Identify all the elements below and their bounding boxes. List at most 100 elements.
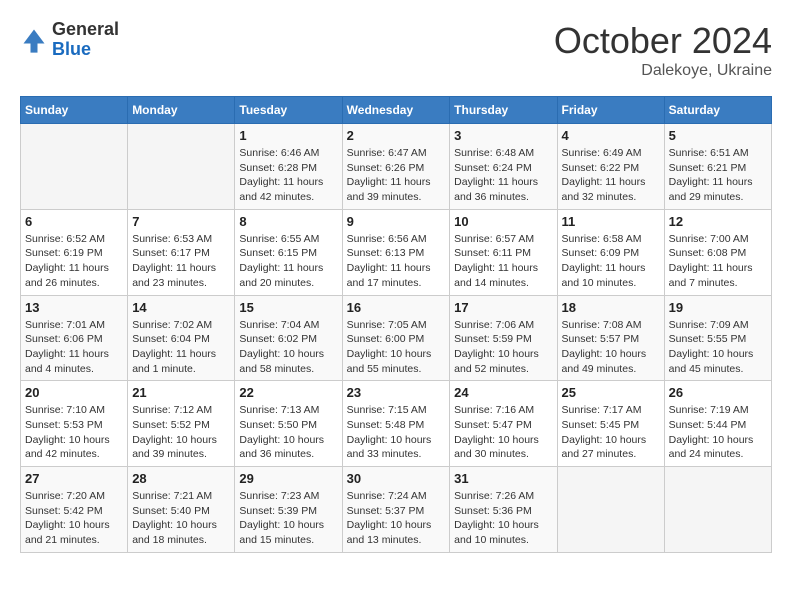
calendar-cell: 4Sunrise: 6:49 AM Sunset: 6:22 PM Daylig… [557, 124, 664, 210]
calendar-cell: 27 Sunrise: 7:20 AM Sunset: 5:42 PM Dayli… [21, 467, 128, 553]
calendar-table: SundayMondayTuesdayWednesdayThursdayFrid… [20, 96, 772, 553]
day-number: 23 [347, 385, 446, 400]
calendar-cell: 14 Sunrise: 7:02 AM Sunset: 6:04 PM Dayli… [128, 295, 235, 381]
calendar-cell: 18 Sunrise: 7:08 AM Sunset: 5:57 PM Dayli… [557, 295, 664, 381]
day-number: 30 [347, 471, 446, 486]
calendar-week-row: 1Sunrise: 6:46 AM Sunset: 6:28 PM Daylig… [21, 124, 772, 210]
calendar-cell: 9 Sunrise: 6:56 AM Sunset: 6:13 PM Daylig… [342, 209, 450, 295]
day-number: 24 [454, 385, 552, 400]
day-number: 14 [132, 300, 230, 315]
day-info: Sunrise: 7:01 AM Sunset: 6:06 PM Dayligh… [25, 318, 123, 377]
calendar-cell: 31Sunrise: 7:26 AM Sunset: 5:36 PM Dayli… [450, 467, 557, 553]
day-info: Sunrise: 7:09 AM Sunset: 5:55 PM Dayligh… [669, 318, 767, 377]
day-info: Sunrise: 7:08 AM Sunset: 5:57 PM Dayligh… [562, 318, 660, 377]
calendar-cell: 3 Sunrise: 6:48 AM Sunset: 6:24 PM Daylig… [450, 124, 557, 210]
logo-icon [20, 26, 48, 54]
day-info: Sunrise: 7:10 AM Sunset: 5:53 PM Dayligh… [25, 403, 123, 462]
column-header-monday: Monday [128, 97, 235, 124]
calendar-cell: 2 Sunrise: 6:47 AM Sunset: 6:26 PM Daylig… [342, 124, 450, 210]
day-number: 9 [347, 214, 446, 229]
day-number: 29 [239, 471, 337, 486]
day-info: Sunrise: 6:55 AM Sunset: 6:15 PM Dayligh… [239, 232, 337, 291]
calendar-cell: 21 Sunrise: 7:12 AM Sunset: 5:52 PM Dayli… [128, 381, 235, 467]
day-info: Sunrise: 7:21 AM Sunset: 5:40 PM Dayligh… [132, 489, 230, 548]
day-info: Sunrise: 7:16 AM Sunset: 5:47 PM Dayligh… [454, 403, 552, 462]
day-info: Sunrise: 7:26 AM Sunset: 5:36 PM Dayligh… [454, 489, 552, 548]
column-header-friday: Friday [557, 97, 664, 124]
day-number: 20 [25, 385, 123, 400]
day-info: Sunrise: 7:04 AM Sunset: 6:02 PM Dayligh… [239, 318, 337, 377]
day-info: Sunrise: 6:49 AM Sunset: 6:22 PM Dayligh… [562, 146, 660, 205]
day-number: 7 [132, 214, 230, 229]
column-header-tuesday: Tuesday [235, 97, 342, 124]
calendar-cell: 10 Sunrise: 6:57 AM Sunset: 6:11 PM Dayli… [450, 209, 557, 295]
page-header: General Blue October 2024 Dalekoye, Ukra… [20, 20, 772, 80]
day-info: Sunrise: 7:15 AM Sunset: 5:48 PM Dayligh… [347, 403, 446, 462]
day-info: Sunrise: 7:00 AM Sunset: 6:08 PM Dayligh… [669, 232, 767, 291]
calendar-cell: 20 Sunrise: 7:10 AM Sunset: 5:53 PM Dayli… [21, 381, 128, 467]
calendar-cell: 5Sunrise: 6:51 AM Sunset: 6:21 PM Daylig… [664, 124, 771, 210]
day-number: 17 [454, 300, 552, 315]
calendar-cell: 12 Sunrise: 7:00 AM Sunset: 6:08 PM Dayli… [664, 209, 771, 295]
logo-general-text: General [52, 20, 119, 40]
day-info: Sunrise: 6:57 AM Sunset: 6:11 PM Dayligh… [454, 232, 552, 291]
title-area: October 2024 Dalekoye, Ukraine [554, 20, 772, 80]
day-info: Sunrise: 6:53 AM Sunset: 6:17 PM Dayligh… [132, 232, 230, 291]
calendar-cell: 22 Sunrise: 7:13 AM Sunset: 5:50 PM Dayli… [235, 381, 342, 467]
calendar-cell: 23 Sunrise: 7:15 AM Sunset: 5:48 PM Dayli… [342, 381, 450, 467]
day-number: 8 [239, 214, 337, 229]
column-header-saturday: Saturday [664, 97, 771, 124]
day-number: 18 [562, 300, 660, 315]
calendar-week-row: 27 Sunrise: 7:20 AM Sunset: 5:42 PM Dayli… [21, 467, 772, 553]
month-title: October 2024 [554, 20, 772, 62]
calendar-cell: 15 Sunrise: 7:04 AM Sunset: 6:02 PM Dayli… [235, 295, 342, 381]
day-info: Sunrise: 6:48 AM Sunset: 6:24 PM Dayligh… [454, 146, 552, 205]
day-info: Sunrise: 7:24 AM Sunset: 5:37 PM Dayligh… [347, 489, 446, 548]
calendar-cell: 28Sunrise: 7:21 AM Sunset: 5:40 PM Dayli… [128, 467, 235, 553]
day-info: Sunrise: 7:23 AM Sunset: 5:39 PM Dayligh… [239, 489, 337, 548]
day-number: 15 [239, 300, 337, 315]
day-info: Sunrise: 6:58 AM Sunset: 6:09 PM Dayligh… [562, 232, 660, 291]
calendar-cell: 7 Sunrise: 6:53 AM Sunset: 6:17 PM Daylig… [128, 209, 235, 295]
calendar-cell: 6Sunrise: 6:52 AM Sunset: 6:19 PM Daylig… [21, 209, 128, 295]
day-number: 16 [347, 300, 446, 315]
day-info: Sunrise: 6:56 AM Sunset: 6:13 PM Dayligh… [347, 232, 446, 291]
calendar-cell: 1Sunrise: 6:46 AM Sunset: 6:28 PM Daylig… [235, 124, 342, 210]
calendar-cell: 30 Sunrise: 7:24 AM Sunset: 5:37 PM Dayli… [342, 467, 450, 553]
day-info: Sunrise: 7:20 AM Sunset: 5:42 PM Dayligh… [25, 489, 123, 548]
day-number: 22 [239, 385, 337, 400]
calendar-cell: 29 Sunrise: 7:23 AM Sunset: 5:39 PM Dayli… [235, 467, 342, 553]
day-number: 21 [132, 385, 230, 400]
calendar-week-row: 20 Sunrise: 7:10 AM Sunset: 5:53 PM Dayli… [21, 381, 772, 467]
calendar-cell: 17 Sunrise: 7:06 AM Sunset: 5:59 PM Dayli… [450, 295, 557, 381]
day-number: 10 [454, 214, 552, 229]
calendar-cell: 8 Sunrise: 6:55 AM Sunset: 6:15 PM Daylig… [235, 209, 342, 295]
column-header-wednesday: Wednesday [342, 97, 450, 124]
location-title: Dalekoye, Ukraine [554, 62, 772, 80]
day-info: Sunrise: 6:47 AM Sunset: 6:26 PM Dayligh… [347, 146, 446, 205]
day-info: Sunrise: 7:12 AM Sunset: 5:52 PM Dayligh… [132, 403, 230, 462]
day-number: 5 [669, 128, 767, 143]
day-number: 12 [669, 214, 767, 229]
calendar-cell [128, 124, 235, 210]
calendar-week-row: 13Sunrise: 7:01 AM Sunset: 6:06 PM Dayli… [21, 295, 772, 381]
day-info: Sunrise: 7:05 AM Sunset: 6:00 PM Dayligh… [347, 318, 446, 377]
calendar-header-row: SundayMondayTuesdayWednesdayThursdayFrid… [21, 97, 772, 124]
day-number: 19 [669, 300, 767, 315]
day-number: 2 [347, 128, 446, 143]
calendar-week-row: 6Sunrise: 6:52 AM Sunset: 6:19 PM Daylig… [21, 209, 772, 295]
day-number: 26 [669, 385, 767, 400]
calendar-cell: 25Sunrise: 7:17 AM Sunset: 5:45 PM Dayli… [557, 381, 664, 467]
logo-blue-text: Blue [52, 40, 119, 60]
column-header-thursday: Thursday [450, 97, 557, 124]
day-info: Sunrise: 7:06 AM Sunset: 5:59 PM Dayligh… [454, 318, 552, 377]
day-info: Sunrise: 7:13 AM Sunset: 5:50 PM Dayligh… [239, 403, 337, 462]
day-number: 27 [25, 471, 123, 486]
calendar-cell: 19 Sunrise: 7:09 AM Sunset: 5:55 PM Dayli… [664, 295, 771, 381]
logo: General Blue [20, 20, 119, 60]
day-info: Sunrise: 6:46 AM Sunset: 6:28 PM Dayligh… [239, 146, 337, 205]
day-info: Sunrise: 7:17 AM Sunset: 5:45 PM Dayligh… [562, 403, 660, 462]
day-number: 3 [454, 128, 552, 143]
day-info: Sunrise: 7:02 AM Sunset: 6:04 PM Dayligh… [132, 318, 230, 377]
calendar-cell: 11Sunrise: 6:58 AM Sunset: 6:09 PM Dayli… [557, 209, 664, 295]
